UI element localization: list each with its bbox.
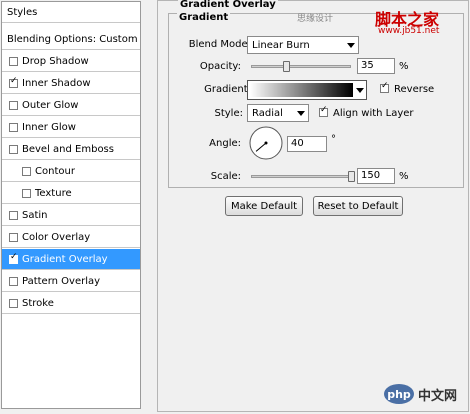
style-item-label: Pattern Overlay bbox=[22, 275, 101, 287]
make-default-label: Make Default bbox=[230, 200, 298, 212]
style-label: Style: bbox=[214, 108, 244, 119]
style-checkbox[interactable] bbox=[9, 298, 18, 308]
style-item-texture[interactable]: Texture bbox=[2, 183, 140, 204]
style-item-label: Outer Glow bbox=[22, 99, 79, 111]
make-default-button[interactable]: Make Default bbox=[225, 196, 303, 216]
style-item-label: Contour bbox=[35, 165, 75, 177]
style-item-label: Drop Shadow bbox=[22, 55, 89, 67]
opacity-input[interactable]: 35 bbox=[357, 58, 395, 74]
blending-options-label: Blending Options: Custom bbox=[7, 33, 138, 45]
style-checkbox[interactable] bbox=[9, 144, 18, 154]
opacity-slider-track[interactable] bbox=[251, 65, 351, 68]
scale-slider-track[interactable] bbox=[251, 175, 351, 178]
reset-to-default-label: Reset to Default bbox=[317, 200, 399, 212]
section-title: Gradient Overlay bbox=[178, 0, 278, 10]
style-checkbox[interactable] bbox=[9, 276, 18, 286]
style-item-label: Inner Shadow bbox=[22, 77, 91, 89]
angle-dial[interactable] bbox=[249, 126, 283, 160]
style-checkbox[interactable] bbox=[9, 232, 18, 242]
style-checkbox[interactable] bbox=[9, 122, 18, 132]
style-checkbox[interactable] bbox=[22, 166, 31, 176]
style-item-label: Bevel and Emboss bbox=[22, 143, 114, 155]
style-checkbox[interactable] bbox=[9, 76, 18, 88]
style-item-outer-glow[interactable]: Outer Glow bbox=[2, 95, 140, 116]
opacity-slider-thumb[interactable] bbox=[283, 61, 290, 72]
scale-label: Scale: bbox=[210, 171, 241, 182]
angle-label: Angle: bbox=[209, 138, 241, 149]
gradient-overlay-panel: Gradient Overlay Gradient Blend Mode: Li… bbox=[157, 0, 469, 412]
style-item-contour[interactable]: Contour bbox=[2, 161, 140, 182]
style-item-drop-shadow[interactable]: Drop Shadow bbox=[2, 51, 140, 72]
style-item-bevel-and-emboss[interactable]: Bevel and Emboss bbox=[2, 139, 140, 160]
gradient-group: Gradient Blend Mode: Linear Burn Opacity… bbox=[168, 12, 464, 188]
style-item-inner-shadow[interactable]: Inner Shadow bbox=[2, 73, 140, 94]
reverse-label: Reverse bbox=[394, 84, 435, 95]
styles-header-label: Styles bbox=[7, 6, 38, 18]
blend-mode-value: Linear Burn bbox=[252, 40, 310, 51]
style-checkbox[interactable] bbox=[22, 188, 31, 198]
style-item-stroke[interactable]: Stroke bbox=[2, 293, 140, 314]
gradient-picker[interactable] bbox=[247, 80, 367, 100]
style-value: Radial bbox=[252, 108, 283, 119]
watermark-cn-text: 中文网 bbox=[418, 389, 458, 404]
scale-input[interactable]: 150 bbox=[357, 168, 395, 184]
style-item-satin[interactable]: Satin bbox=[2, 205, 140, 226]
style-item-label: Satin bbox=[22, 209, 48, 221]
style-item-pattern-overlay[interactable]: Pattern Overlay bbox=[2, 271, 140, 292]
reset-to-default-button[interactable]: Reset to Default bbox=[313, 196, 403, 216]
style-item-label: Inner Glow bbox=[22, 121, 76, 133]
chevron-down-icon bbox=[347, 43, 355, 48]
opacity-value: 35 bbox=[361, 60, 374, 71]
align-with-layer-checkbox[interactable] bbox=[319, 105, 328, 117]
angle-input[interactable]: 40 bbox=[287, 136, 327, 152]
scale-value: 150 bbox=[361, 170, 381, 181]
blending-options-item[interactable]: Blending Options: Custom bbox=[2, 29, 140, 50]
style-item-label: Gradient Overlay bbox=[22, 253, 108, 265]
style-item-color-overlay[interactable]: Color Overlay bbox=[2, 227, 140, 248]
scale-unit: % bbox=[399, 171, 409, 182]
angle-unit: ° bbox=[331, 134, 336, 145]
opacity-unit: % bbox=[399, 61, 409, 72]
style-item-label: Texture bbox=[35, 187, 72, 199]
angle-value: 40 bbox=[291, 138, 304, 149]
php-logo: php bbox=[384, 384, 414, 404]
style-checkbox[interactable] bbox=[9, 56, 18, 66]
style-item-gradient-overlay[interactable]: Gradient Overlay bbox=[2, 249, 140, 270]
align-with-layer-label: Align with Layer bbox=[333, 108, 414, 119]
chevron-down-icon bbox=[297, 111, 305, 116]
gradient-swatch[interactable] bbox=[250, 83, 353, 97]
style-checkbox[interactable] bbox=[9, 252, 18, 264]
styles-panel: Styles Blending Options: Custom Drop Sha… bbox=[1, 1, 141, 409]
reverse-checkbox[interactable] bbox=[380, 81, 389, 93]
group-title: Gradient bbox=[177, 12, 231, 23]
style-item-label: Color Overlay bbox=[22, 231, 91, 243]
gradient-label: Gradient: bbox=[204, 84, 251, 95]
style-checkbox[interactable] bbox=[9, 100, 18, 110]
watermark-url: www.jb51.net bbox=[378, 26, 440, 36]
style-checkbox[interactable] bbox=[9, 210, 18, 220]
style-item-inner-glow[interactable]: Inner Glow bbox=[2, 117, 140, 138]
styles-header[interactable]: Styles bbox=[2, 2, 140, 23]
style-select[interactable]: Radial bbox=[247, 104, 309, 122]
opacity-label: Opacity: bbox=[199, 61, 241, 72]
scale-slider-thumb[interactable] bbox=[348, 171, 355, 182]
style-item-label: Stroke bbox=[22, 297, 54, 309]
blend-mode-label: Blend Mode: bbox=[188, 39, 251, 50]
blend-mode-select[interactable]: Linear Burn bbox=[247, 36, 359, 54]
chevron-down-icon[interactable] bbox=[356, 88, 364, 93]
watermark-site-text: 思缘设计 bbox=[297, 14, 334, 24]
